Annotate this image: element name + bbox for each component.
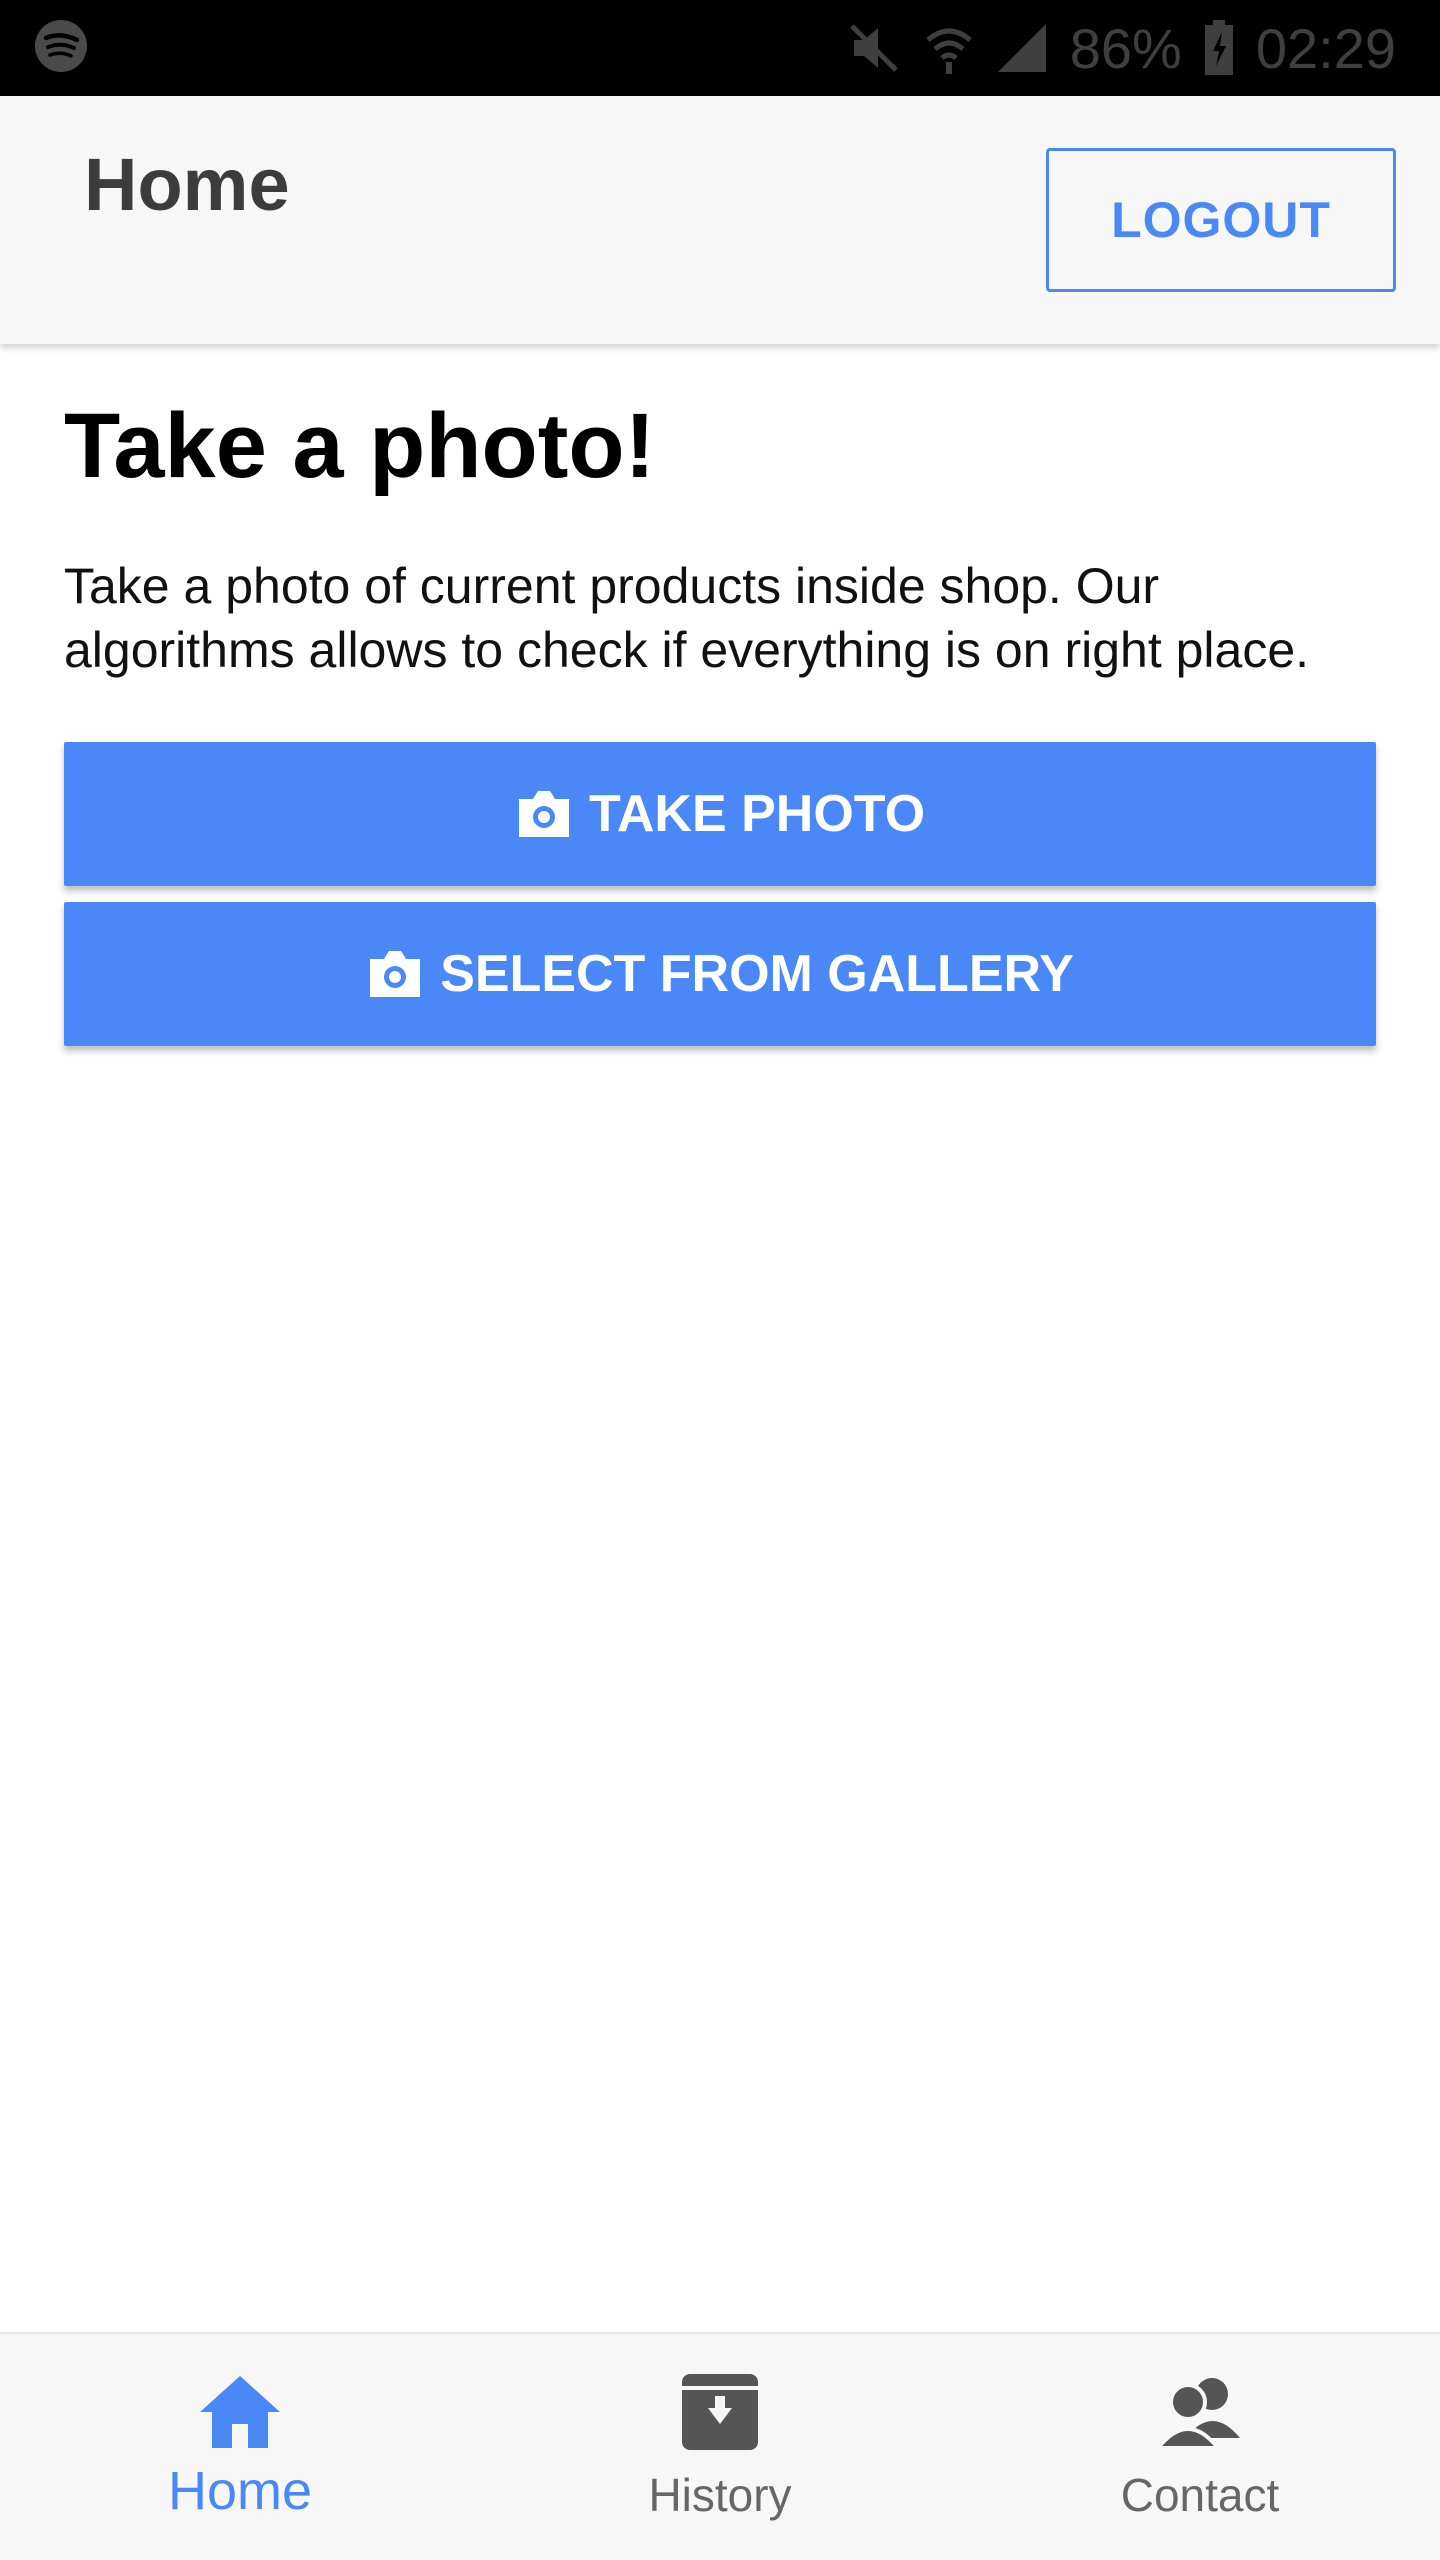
nav-label-home: Home xyxy=(167,2461,313,2521)
nav-label-history: History xyxy=(648,2469,792,2521)
nav-item-home[interactable]: Home xyxy=(0,2334,480,2560)
status-right: 86% 02:29 xyxy=(846,16,1396,81)
nav-item-contact[interactable]: Contact xyxy=(960,2334,1440,2560)
nav-item-history[interactable]: History xyxy=(480,2334,960,2560)
select-from-gallery-button[interactable]: SELECT FROM GALLERY xyxy=(64,901,1376,1046)
page-title: Take a photo! xyxy=(64,395,656,497)
main-content: Take a photo! Take a photo of current pr… xyxy=(64,344,1376,1046)
logout-button[interactable]: LOGOUT xyxy=(1046,148,1396,292)
signal-icon xyxy=(996,22,1048,74)
mute-icon xyxy=(846,20,902,76)
take-photo-label: TAKE PHOTO xyxy=(588,784,926,843)
contacts-icon xyxy=(1156,2370,1244,2454)
battery-charging-icon xyxy=(1204,20,1234,76)
screen: 86% 02:29 Home LOGOUT Take a photo! Take… xyxy=(0,0,1440,2560)
page-header-title: Home xyxy=(84,143,290,226)
home-icon xyxy=(198,2370,282,2454)
take-photo-button[interactable]: TAKE PHOTO xyxy=(64,741,1376,886)
description: Take a photo of current products inside … xyxy=(64,557,1310,678)
nav-label-contact: Contact xyxy=(1120,2469,1280,2521)
wifi-icon xyxy=(924,20,974,76)
battery-text: 86% xyxy=(1069,16,1182,80)
select-from-gallery-label: SELECT FROM GALLERY xyxy=(440,944,1074,1003)
clock: 02:29 xyxy=(1255,16,1396,80)
bottom-nav: Home History Contact xyxy=(0,2332,1440,2560)
spotify-icon xyxy=(34,19,88,78)
status-bar: 86% 02:29 xyxy=(0,0,1440,96)
camera-icon xyxy=(515,789,573,839)
camera-icon xyxy=(366,949,424,999)
app-header: Home LOGOUT xyxy=(0,96,1440,344)
archive-icon xyxy=(680,2370,760,2454)
status-left xyxy=(34,19,88,78)
